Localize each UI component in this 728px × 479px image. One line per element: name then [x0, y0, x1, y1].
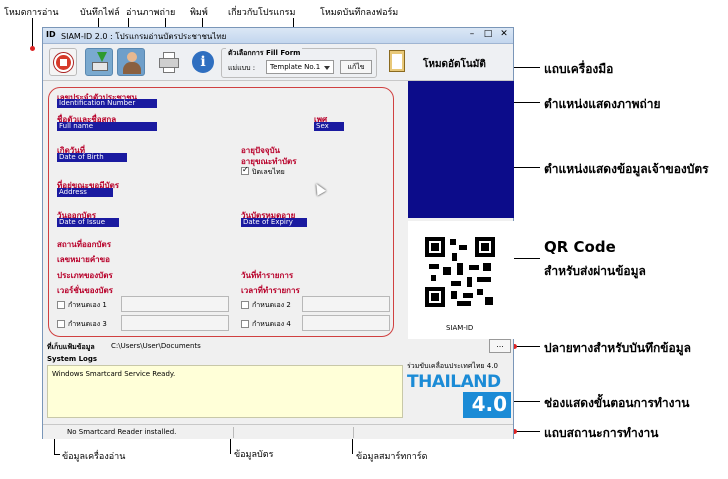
app-window: ID SIAM-ID 2.0 : โปรแกรมอ่านบัตรประชาชนไ…	[42, 27, 514, 439]
app-icon: ID	[46, 30, 56, 39]
card-version-label: เวอร์ชั่นของบัตร	[57, 286, 113, 295]
callout-destination: ปลายทางสำหรับบันทึกข้อมูล	[544, 341, 691, 355]
custom2-input[interactable]	[302, 296, 390, 312]
save-icon	[92, 62, 108, 71]
qr-area: SIAM-ID	[408, 221, 514, 339]
id-value: Identification Number	[57, 99, 157, 108]
callout-reader-mode: โหมดการอ่าน	[4, 8, 59, 18]
dob-value: Date of Birth	[57, 153, 127, 162]
expiry-date-value: Date of Expiry	[241, 218, 307, 227]
callout-smartcard-info: ข้อมูลสมาร์ทการ์ด	[356, 452, 428, 462]
title-bar: ID SIAM-ID 2.0 : โปรแกรมอ่านบัตรประชาชนไ…	[43, 28, 513, 44]
auto-mode-label: โหมดอัตโนมัติ	[423, 59, 486, 70]
callout-read-photo: อ่านภาพถ่าย	[126, 8, 176, 18]
custom2-label: กำหนดเอง 2	[252, 301, 291, 309]
check-icon: ✓	[242, 165, 249, 174]
storage-label: ที่เก็บแฟ้มข้อมูล	[47, 343, 95, 351]
callout-print: พิมพ์	[190, 8, 208, 18]
version-badge: 4.0	[463, 392, 511, 418]
storage-path-value: C:\Users\User\Documents	[111, 342, 201, 350]
template-select[interactable]: Template No.1	[266, 60, 334, 74]
callout-reader-info: ข้อมูลเครื่องอ่าน	[62, 452, 126, 462]
custom1-input[interactable]	[121, 296, 229, 312]
callout-about: เกี่ยวกับโปรแกรม	[228, 8, 296, 18]
save-file-button[interactable]	[85, 48, 113, 76]
thai-digits-checkbox[interactable]: ✓	[241, 165, 249, 175]
callout-card-data: ข้อมูลบัตร	[234, 450, 274, 460]
template-label: แม่แบบ :	[228, 64, 256, 72]
card-info-panel: เลขประจำตัวประชาชน Identification Number…	[48, 87, 394, 337]
fill-form-label: ตัวเลือกการ Fill Form	[226, 48, 303, 59]
callout-qr-title: QR Code	[544, 238, 616, 256]
status-reader-text: No Smartcard Reader installed.	[67, 428, 177, 436]
browse-button[interactable]: ...	[489, 339, 511, 353]
request-no-label: เลขหมายคำขอ	[57, 255, 110, 264]
version-text: 4.0	[471, 392, 507, 416]
sex-value: Sex	[314, 122, 344, 131]
cursor-icon	[311, 181, 327, 196]
custom3-input[interactable]	[121, 315, 229, 331]
callout-toolbar: แถบเครื่องมือ	[544, 62, 614, 76]
reader-mode-button[interactable]	[49, 48, 77, 76]
card-type-label: ประเภทของบัตร	[57, 271, 113, 280]
callout-status: แถบสถานะการทำงาน	[544, 426, 659, 440]
edit-template-button[interactable]: แก้ไข	[340, 60, 372, 74]
log-line: Windows Smartcard Service Ready.	[52, 370, 176, 378]
info-icon: i	[192, 51, 214, 73]
trans-time-label: เวลาที่ทำรายการ	[241, 286, 300, 295]
window-title: SIAM-ID 2.0 : โปรแกรมอ่านบัตรประชาชนไทย	[61, 32, 227, 41]
custom1-label: กำหนดเอง 1	[68, 301, 107, 309]
close-button[interactable]: ✕	[497, 29, 511, 41]
fill-form-group: ตัวเลือกการ Fill Form แม่แบบ : Template …	[221, 48, 377, 78]
template-select-value: Template No.1	[270, 63, 321, 71]
qr-caption: SIAM-ID	[446, 324, 474, 332]
chevron-down-icon	[324, 66, 330, 70]
thailand-logo: THAILAND	[407, 372, 501, 392]
storage-path-field[interactable]: C:\Users\User\Documents	[107, 341, 485, 353]
custom4-label: กำหนดเอง 4	[252, 320, 291, 328]
promo-line: ร่วมขับเคลื่อนประเทศไทย 4.0	[407, 362, 498, 370]
callout-save-file: บันทึกไฟล์	[80, 8, 120, 18]
custom4-input[interactable]	[302, 315, 390, 331]
issue-date-value: Date of Issue	[57, 218, 119, 227]
custom4-checkbox[interactable]	[241, 320, 249, 328]
callout-form-mode: โหมดบันทึกลงฟอร์ม	[320, 8, 399, 18]
custom3-label: กำหนดเอง 3	[68, 320, 107, 328]
callout-card-info: ตำแหน่งแสดงข้อมูลเจ้าของบัตร	[544, 162, 709, 176]
print-button[interactable]	[155, 48, 183, 76]
address-value: Address	[57, 188, 113, 197]
toolbar: i ตัวเลือกการ Fill Form แม่แบบ : Templat…	[43, 45, 513, 81]
person-icon	[127, 52, 137, 62]
thai-digits-label: ปิดเลขไทย	[252, 168, 285, 176]
maximize-button[interactable]: □	[481, 29, 495, 41]
logs-title: System Logs	[47, 355, 98, 363]
custom1-checkbox[interactable]	[57, 301, 65, 309]
custom3-checkbox[interactable]	[57, 320, 65, 328]
about-button[interactable]: i	[189, 48, 217, 76]
callout-qr-desc: สำหรับส่งผ่านข้อมูล	[544, 264, 646, 278]
issue-place-label: สถานที่ออกบัตร	[57, 240, 111, 249]
name-value: Full name	[57, 122, 157, 131]
read-photo-button[interactable]	[117, 48, 145, 76]
minimize-button[interactable]: –	[465, 29, 479, 41]
status-bar: No Smartcard Reader installed.	[43, 424, 513, 439]
custom2-checkbox[interactable]	[241, 301, 249, 309]
photo-area	[408, 81, 514, 218]
logs-panel[interactable]: Windows Smartcard Service Ready.	[47, 365, 403, 418]
trans-date-label: วันที่ทำรายการ	[241, 271, 294, 280]
auto-mode-button[interactable]	[383, 48, 411, 76]
qr-code-icon	[425, 237, 495, 307]
callout-photo: ตำแหน่งแสดงภาพถ่าย	[544, 97, 661, 111]
callout-log: ช่องแสดงขั้นตอนการทำงาน	[544, 396, 690, 410]
